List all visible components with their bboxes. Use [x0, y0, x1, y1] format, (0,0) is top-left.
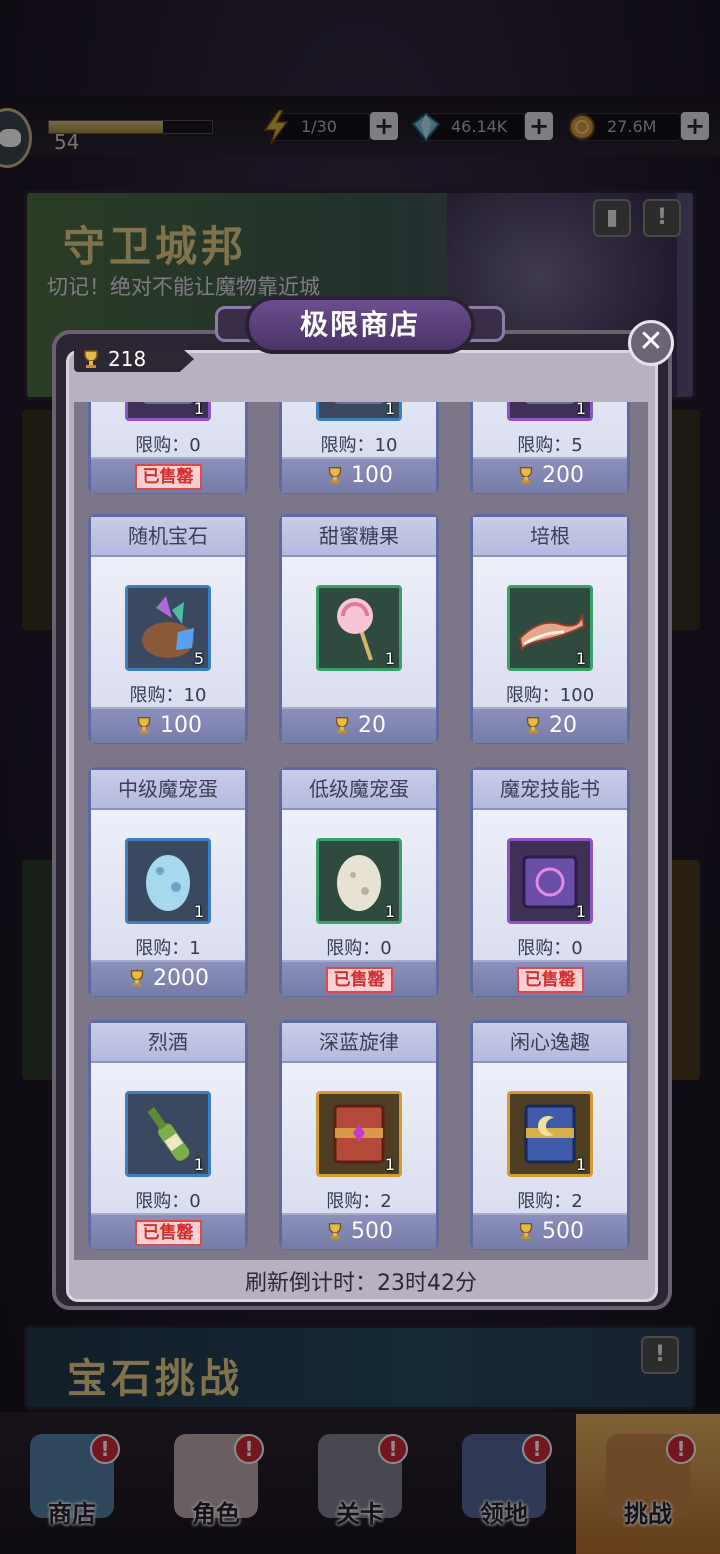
shop-item-card[interactable]: 培根 1 限购：100 20: [470, 514, 630, 744]
shop-item-price-bar[interactable]: 100: [91, 707, 245, 743]
shop-item-card[interactable]: 1 限购：5 200: [470, 402, 630, 494]
bacon-icon: 1: [507, 585, 593, 671]
shop-item-count: 1: [575, 649, 586, 668]
sold-out-stamp: 已售罄: [134, 1220, 202, 1246]
shop-item-price: 2000: [153, 966, 209, 991]
shop-item-name: 烈酒: [91, 1023, 245, 1063]
shop-item-name: 甜蜜糖果: [282, 517, 436, 557]
shop-item-limit: 限购：2: [326, 1191, 392, 1212]
shop-item-name: 中级魔宠蛋: [91, 770, 245, 810]
shop-item-count: 1: [384, 1155, 395, 1174]
sold-out-stamp: 已售罄: [134, 464, 202, 490]
trophy-icon: [84, 350, 98, 368]
shop-item-price-bar[interactable]: 已售罄: [473, 960, 627, 996]
shop-title: 极限商店: [245, 296, 475, 354]
trophy-icon: [328, 1223, 342, 1240]
shop-item-price-bar[interactable]: 200: [473, 457, 627, 493]
shop-item-price-bar[interactable]: 已售罄: [282, 960, 436, 996]
shop-item-count: 1: [384, 649, 395, 668]
trophy-currency: 218: [74, 346, 194, 372]
shop-item-name: 培根: [473, 517, 627, 557]
shop-item-count: 1: [384, 902, 395, 921]
shop-item-limit: 限购：1: [135, 938, 201, 959]
shop-item-name: 闲心逸趣: [473, 1023, 627, 1063]
red-book-icon: 1: [316, 1091, 402, 1177]
shop-item-card[interactable]: 中级魔宠蛋 1 限购：1 2000: [88, 767, 248, 997]
shop-item-price: 100: [351, 463, 393, 488]
shop-item-price: 500: [542, 1219, 584, 1244]
white-egg-icon: 1: [316, 838, 402, 924]
shop-item-card[interactable]: 闲心逸趣 1 限购：2 500: [470, 1020, 630, 1250]
shop-item-limit: 限购：0: [517, 938, 583, 959]
shop-item-price-bar[interactable]: 20: [473, 707, 627, 743]
skill-book-icon: 1: [507, 838, 593, 924]
shop-item-card[interactable]: 深蓝旋律 1 限购：2 500: [279, 1020, 439, 1250]
shop-item-count: 5: [193, 649, 204, 668]
shop-item-count: 1: [575, 902, 586, 921]
refresh-countdown: 刷新倒计时：23时42分: [245, 1271, 477, 1296]
shop-item-price: 500: [351, 1219, 393, 1244]
shop-item-name: 低级魔宠蛋: [282, 770, 436, 810]
shop-item-limit: 限购：10: [320, 435, 398, 456]
shop-item-price: 100: [160, 713, 202, 738]
blue-book-icon: 1: [507, 1091, 593, 1177]
sold-out-stamp: 已售罄: [325, 967, 393, 993]
shop-item-price-bar[interactable]: 100: [282, 457, 436, 493]
trophy-icon: [519, 467, 533, 484]
shop-item-count: 1: [193, 402, 204, 418]
item-icon: 1: [125, 402, 211, 421]
shop-item-card[interactable]: 随机宝石 5 限购：10 100: [88, 514, 248, 744]
trophy-icon: [335, 717, 349, 734]
shop-item-price-bar[interactable]: 500: [282, 1213, 436, 1249]
shop-item-grid[interactable]: 1 限购：0 已售罄 1 限购：10 100 1 限购：5 200 随机宝石 5 限购：10 100 甜蜜…: [74, 402, 648, 1260]
shop-item-limit: 限购：0: [135, 435, 201, 456]
shop-item-name: 深蓝旋律: [282, 1023, 436, 1063]
shop-item-price-bar[interactable]: 20: [282, 707, 436, 743]
trophy-icon: [526, 717, 540, 734]
shop-item-price-bar[interactable]: 2000: [91, 960, 245, 996]
shop-item-card[interactable]: 烈酒 1 限购：0 已售罄: [88, 1020, 248, 1250]
blue-egg-icon: 1: [125, 838, 211, 924]
trophy-icon: [328, 467, 342, 484]
shop-item-card[interactable]: 1 限购：10 100: [279, 402, 439, 494]
trophy-icon: [137, 717, 151, 734]
shop-item-count: 1: [384, 402, 395, 418]
trophy-icon: [519, 1223, 533, 1240]
shop-item-limit: 限购：100: [505, 685, 595, 706]
shop-item-limit: 限购：5: [517, 435, 583, 456]
shop-item-card[interactable]: 魔宠技能书 1 限购：0 已售罄: [470, 767, 630, 997]
shop-item-price: 200: [542, 463, 584, 488]
game-screen: { "hud": { "level": "54", "energy": "1/3…: [0, 0, 720, 1554]
shop-item-limit: 限购：2: [517, 1191, 583, 1212]
shop-item-limit: 限购：10: [129, 685, 207, 706]
shop-item-count: 1: [575, 402, 586, 418]
item-icon: 1: [316, 402, 402, 421]
shop-item-limit: 限购：0: [326, 938, 392, 959]
shop-item-limit: 限购：0: [135, 1191, 201, 1212]
shop-item-name: 随机宝石: [91, 517, 245, 557]
shop-item-price: 20: [549, 713, 577, 738]
shop-item-card[interactable]: 低级魔宠蛋 1 限购：0 已售罄: [279, 767, 439, 997]
shop-item-count: 1: [193, 902, 204, 921]
shop-item-price-bar[interactable]: 已售罄: [91, 1213, 245, 1249]
close-button[interactable]: ✕: [628, 320, 674, 366]
lollipop-icon: 1: [316, 585, 402, 671]
shop-item-price: 20: [358, 713, 386, 738]
wine-bottle-icon: 1: [125, 1091, 211, 1177]
item-icon: 1: [507, 402, 593, 421]
shop-item-count: 1: [575, 1155, 586, 1174]
trophy-icon: [130, 970, 144, 987]
gem-bag-icon: 5: [125, 585, 211, 671]
shop-item-count: 1: [193, 1155, 204, 1174]
shop-item-card[interactable]: 1 限购：0 已售罄: [88, 402, 248, 494]
sold-out-stamp: 已售罄: [516, 967, 584, 993]
trophy-currency-value: 218: [108, 347, 147, 371]
shop-item-price-bar[interactable]: 已售罄: [91, 457, 245, 493]
shop-item-card[interactable]: 甜蜜糖果 1 20: [279, 514, 439, 744]
shop-item-name: 魔宠技能书: [473, 770, 627, 810]
shop-item-price-bar[interactable]: 500: [473, 1213, 627, 1249]
